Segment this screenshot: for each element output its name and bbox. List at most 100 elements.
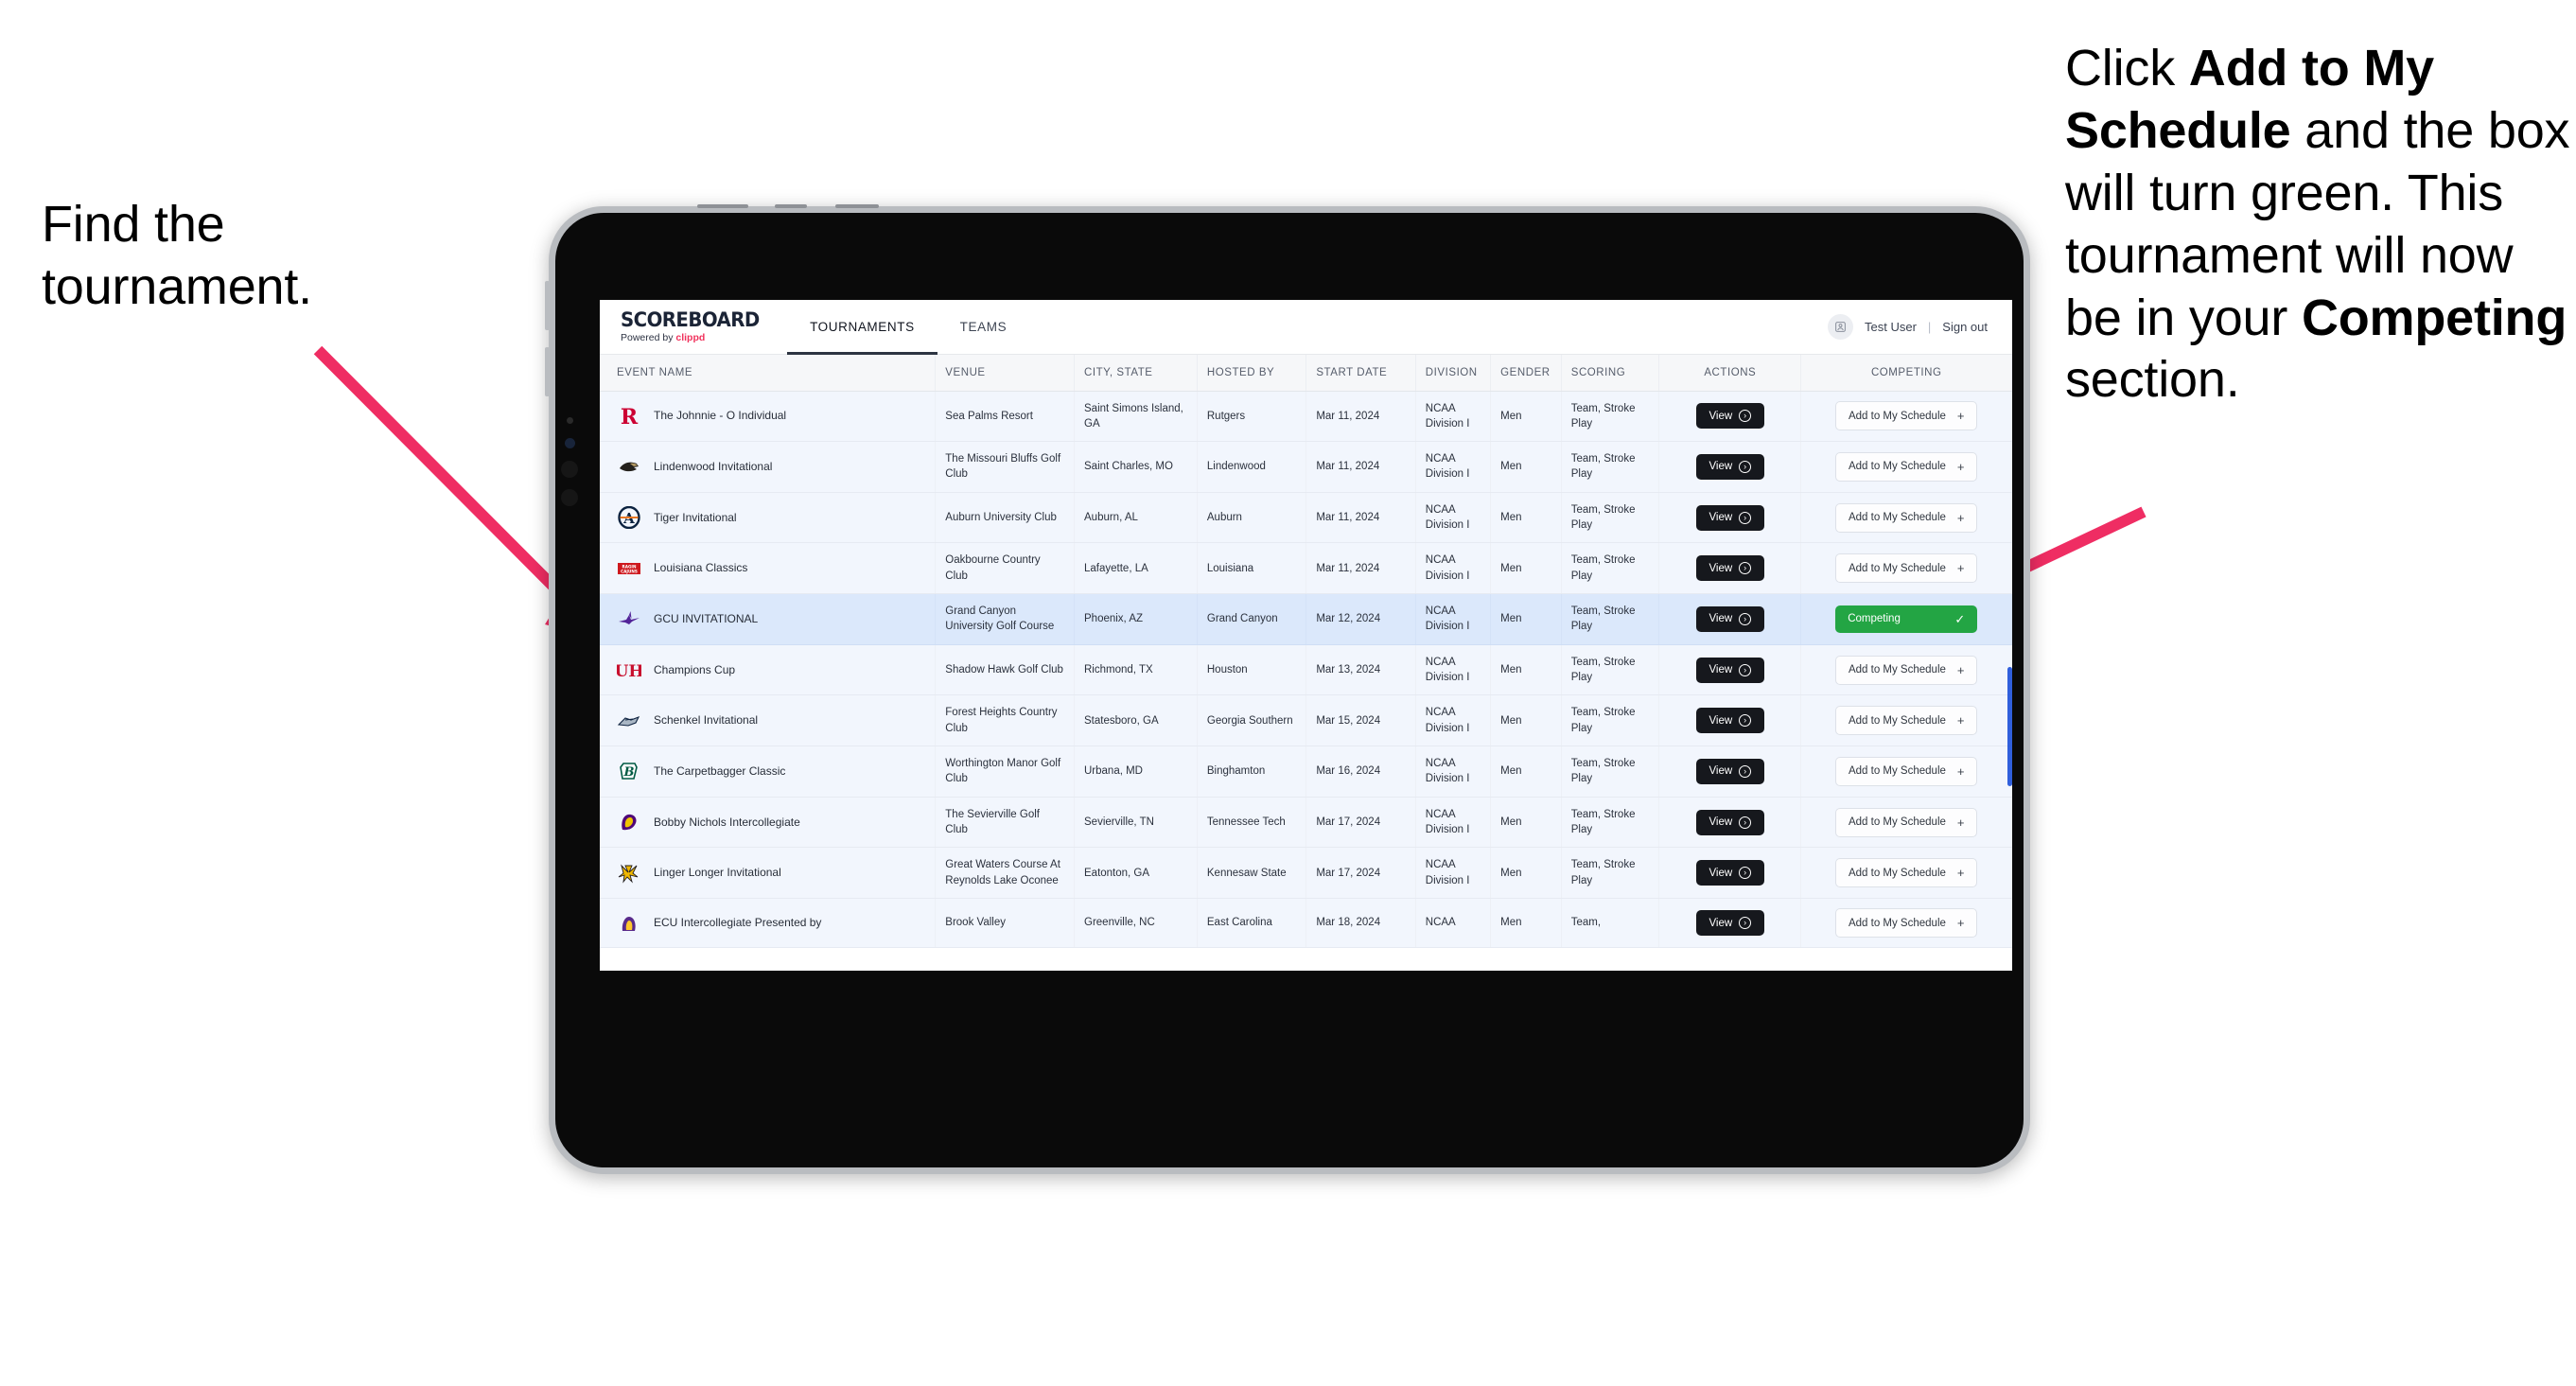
add-to-my-schedule-button[interactable]: Add to My Schedule + bbox=[1835, 706, 1978, 736]
view-button[interactable]: View › bbox=[1695, 504, 1764, 531]
add-to-my-schedule-button[interactable]: Add to My Schedule + bbox=[1835, 401, 1978, 431]
add-to-my-schedule-button[interactable]: Add to My Schedule + bbox=[1835, 553, 1978, 584]
add-to-my-schedule-label: Add to My Schedule bbox=[1848, 410, 1946, 422]
cell-competing: Add to My Schedule + bbox=[1800, 898, 2012, 949]
add-to-my-schedule-button[interactable]: Add to My Schedule + bbox=[1835, 502, 1978, 533]
col-hosted-by[interactable]: HOSTED BY bbox=[1197, 355, 1307, 392]
plus-icon: + bbox=[1956, 916, 1965, 931]
cell-actions: View › bbox=[1658, 797, 1802, 849]
cell-actions: View › bbox=[1658, 391, 1802, 443]
event-name-label: Louisiana Classics bbox=[654, 561, 748, 575]
tab-teams[interactable]: TEAMS bbox=[938, 300, 1030, 354]
volume-up-button[interactable] bbox=[545, 281, 550, 330]
plus-icon: + bbox=[1956, 763, 1965, 779]
cell-event-name: UH Champions Cup bbox=[600, 644, 937, 696]
table-row[interactable]: A Tiger Invitational Auburn University Clu… bbox=[600, 492, 2012, 544]
antenna-slot-icon bbox=[775, 204, 807, 208]
cell-scoring: Team, Stroke Play bbox=[1561, 542, 1660, 595]
add-to-my-schedule-button[interactable]: Add to My Schedule + bbox=[1835, 908, 1978, 939]
cell-city-state: Lafayette, LA bbox=[1074, 542, 1198, 595]
cell-hosted-by: Louisiana bbox=[1197, 542, 1307, 595]
add-to-my-schedule-button[interactable]: Add to My Schedule + bbox=[1835, 858, 1978, 888]
cell-start-date: Mar 16, 2024 bbox=[1306, 746, 1416, 798]
table-row[interactable]: GCU INVITATIONAL Grand Canyon University … bbox=[600, 593, 2012, 645]
table-row[interactable]: Bobby Nichols Intercollegiate The Sevierv… bbox=[600, 797, 2012, 849]
view-button[interactable]: View › bbox=[1695, 555, 1764, 582]
table-row[interactable]: RAGIN CAJUNS Louisiana Classics Oakbourne C… bbox=[600, 542, 2012, 595]
volume-down-button[interactable] bbox=[545, 347, 550, 396]
col-gender[interactable]: GENDER bbox=[1490, 355, 1562, 392]
auburn-logo: A bbox=[617, 506, 641, 530]
col-scoring[interactable]: SCORING bbox=[1561, 355, 1660, 392]
cell-scoring: Team, Stroke Play bbox=[1561, 694, 1660, 747]
camera-lens-icon bbox=[561, 461, 578, 478]
table-row[interactable]: UH Champions Cup Shadow Hawk Golf Club Rich… bbox=[600, 644, 2012, 696]
view-button[interactable]: View › bbox=[1695, 605, 1764, 632]
add-to-my-schedule-button[interactable]: Add to My Schedule + bbox=[1835, 451, 1978, 482]
table-row[interactable]: B The Carpetbagger Classic Worthington Man… bbox=[600, 746, 2012, 798]
col-actions[interactable]: ACTIONS bbox=[1658, 355, 1802, 392]
table-row[interactable]: R The Johnnie - O Individual Sea Palms Res… bbox=[600, 391, 2012, 443]
add-to-my-schedule-button[interactable]: Add to My Schedule + bbox=[1835, 756, 1978, 786]
brand-subtitle-prefix: Powered by bbox=[621, 332, 676, 344]
competing-button[interactable]: Competing ✓ bbox=[1835, 605, 1978, 633]
cell-city-state: Richmond, TX bbox=[1074, 644, 1198, 696]
houston-logo: UH bbox=[617, 658, 641, 681]
arrow-right-circle-icon: › bbox=[1739, 816, 1752, 829]
cell-event-name: R The Johnnie - O Individual bbox=[600, 391, 937, 443]
view-button[interactable]: View › bbox=[1695, 453, 1764, 480]
view-button[interactable]: View › bbox=[1695, 910, 1764, 937]
view-button[interactable]: View › bbox=[1695, 758, 1764, 784]
brand-logo[interactable]: SCOREBOARD Powered by clippd bbox=[600, 300, 787, 354]
col-start-date[interactable]: START DATE bbox=[1306, 355, 1416, 392]
view-button[interactable]: View › bbox=[1695, 860, 1764, 886]
cell-city-state: Saint Charles, MO bbox=[1074, 441, 1198, 493]
col-competing[interactable]: COMPETING bbox=[1800, 355, 2012, 392]
event-name-label: Lindenwood Invitational bbox=[654, 459, 773, 473]
vertical-scrollbar[interactable] bbox=[2007, 667, 2012, 786]
col-event-name[interactable]: EVENT NAME bbox=[600, 355, 937, 392]
cell-event-name: B The Carpetbagger Classic bbox=[600, 746, 937, 798]
camera-icon bbox=[565, 438, 575, 448]
arrow-right-circle-icon: › bbox=[1739, 663, 1752, 676]
view-button[interactable]: View › bbox=[1695, 708, 1764, 734]
plus-icon: + bbox=[1956, 713, 1965, 728]
table-row[interactable]: Linger Longer Invitational Great Waters C… bbox=[600, 847, 2012, 900]
add-to-my-schedule-label: Add to My Schedule bbox=[1848, 664, 1946, 676]
cell-city-state: Saint Simons Island, GA bbox=[1074, 391, 1198, 443]
view-button[interactable]: View › bbox=[1695, 657, 1764, 683]
add-to-my-schedule-button[interactable]: Add to My Schedule + bbox=[1835, 655, 1978, 685]
cell-scoring: Team, Stroke Play bbox=[1561, 644, 1660, 696]
view-button-label: View bbox=[1709, 410, 1733, 422]
table-row[interactable]: Lindenwood Invitational The Missouri Bluf… bbox=[600, 441, 2012, 493]
user-avatar-icon[interactable] bbox=[1828, 314, 1853, 340]
svg-text:UH: UH bbox=[617, 662, 641, 681]
tournaments-table-scroll-area[interactable]: EVENT NAME VENUE CITY, STATE HOSTED BY S… bbox=[600, 355, 2012, 971]
rutgers-logo: R bbox=[617, 405, 641, 428]
table-row[interactable]: Schenkel Invitational Forest Heights Coun… bbox=[600, 694, 2012, 747]
cell-division: NCAA Division I bbox=[1415, 542, 1492, 595]
view-button[interactable]: View › bbox=[1695, 403, 1764, 430]
cell-hosted-by: Houston bbox=[1197, 644, 1307, 696]
cell-event-name: Linger Longer Invitational bbox=[600, 847, 937, 900]
add-to-my-schedule-button[interactable]: Add to My Schedule + bbox=[1835, 807, 1978, 837]
event-name-label: ECU Intercollegiate Presented by bbox=[654, 916, 822, 930]
cell-venue: Forest Heights Country Club bbox=[935, 694, 1075, 747]
sign-out-link[interactable]: Sign out bbox=[1942, 320, 1988, 334]
table-row[interactable]: ECU Intercollegiate Presented by Brook Va… bbox=[600, 898, 2012, 949]
col-division[interactable]: DIVISION bbox=[1415, 355, 1492, 392]
tab-tournaments[interactable]: TOURNAMENTS bbox=[787, 300, 938, 355]
tennessee-tech-logo bbox=[617, 811, 641, 833]
plus-icon: + bbox=[1956, 459, 1965, 474]
cell-competing: Add to My Schedule + bbox=[1800, 694, 2012, 747]
cell-hosted-by: Lindenwood bbox=[1197, 441, 1307, 493]
col-city-state[interactable]: CITY, STATE bbox=[1074, 355, 1198, 392]
arrow-right-circle-icon: › bbox=[1739, 410, 1752, 423]
cell-competing: Add to My Schedule + bbox=[1800, 391, 2012, 443]
view-button[interactable]: View › bbox=[1695, 809, 1764, 835]
cell-city-state: Sevierville, TN bbox=[1074, 797, 1198, 849]
col-venue[interactable]: VENUE bbox=[935, 355, 1075, 392]
plus-icon: + bbox=[1956, 510, 1965, 525]
view-button-label: View bbox=[1709, 867, 1733, 879]
cell-competing: Add to My Schedule + bbox=[1800, 492, 2012, 544]
